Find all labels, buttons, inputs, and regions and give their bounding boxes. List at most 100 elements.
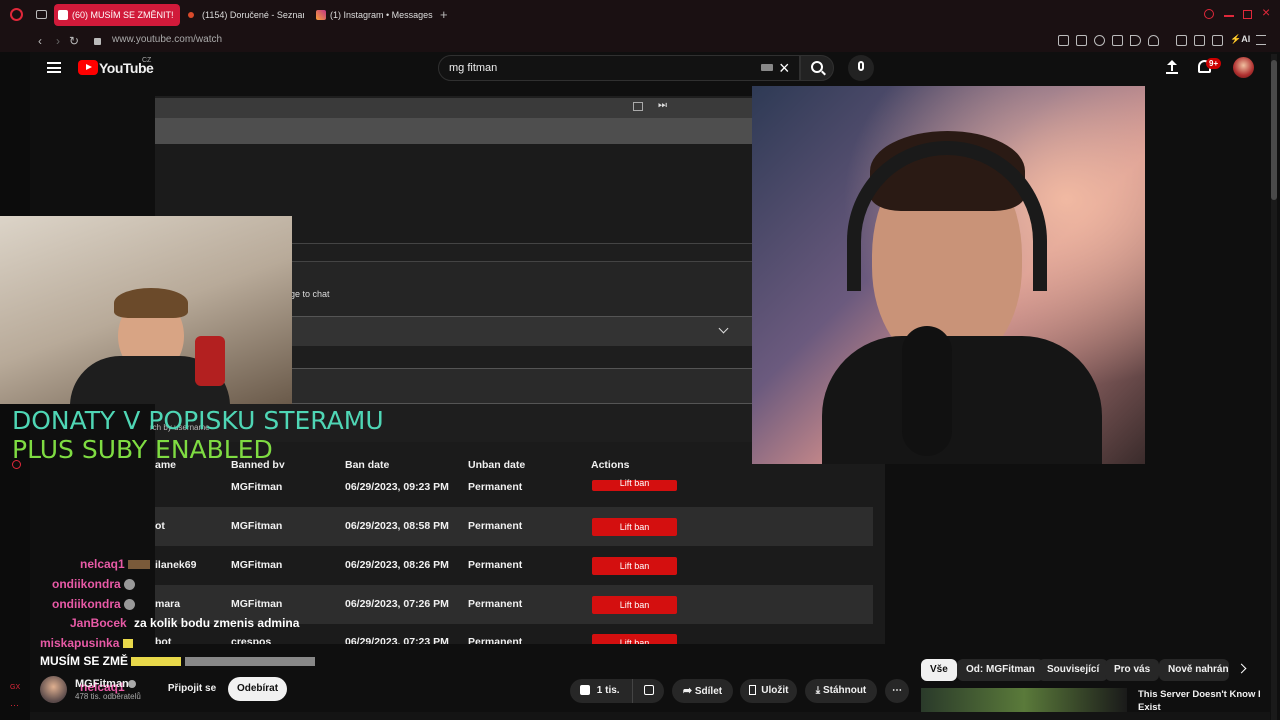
search-tabs-icon[interactable] — [1204, 9, 1214, 19]
chip-from-channel[interactable]: Od: MGFitman — [957, 659, 1044, 681]
channel-name[interactable]: MGFitman — [75, 678, 129, 690]
chip-related[interactable]: Související — [1038, 659, 1109, 681]
ai-button[interactable]: ⚡AI — [1230, 34, 1250, 45]
tab-seznam-label: (1154) Doručené - Seznam — [202, 10, 304, 20]
chip-for-you[interactable]: Pro vás — [1105, 659, 1160, 681]
channel-avatar[interactable] — [40, 676, 67, 703]
close-window-button[interactable]: × — [1262, 4, 1270, 20]
verified-icon — [128, 680, 136, 688]
minimize-button[interactable] — [1224, 15, 1234, 17]
page-scrollbar[interactable] — [1271, 54, 1277, 720]
browser-address-bar: ‹ › ↻ www.youtube.com/watch ⚡AI — [0, 30, 1280, 52]
extension-2-icon[interactable] — [1076, 35, 1087, 46]
forward-icon[interactable]: › — [50, 33, 66, 49]
row-ban-date: 06/29/2023, 08:58 PM — [345, 520, 449, 532]
row-banned-by: MGFitman — [231, 598, 283, 610]
tab-overview-icon[interactable] — [36, 10, 47, 19]
row-banned-by: MGFitman — [231, 520, 283, 532]
clear-search-icon[interactable]: × — [779, 56, 790, 80]
wallet-icon[interactable] — [1194, 35, 1205, 46]
send-icon[interactable] — [1130, 35, 1141, 46]
avatar[interactable] — [1233, 57, 1254, 78]
lock-icon — [94, 38, 101, 45]
chat-text: za kolik bodu zmenis admina — [134, 616, 300, 630]
chevron-right-icon[interactable] — [1236, 663, 1247, 674]
new-tab-button[interactable]: + — [440, 7, 448, 22]
row-name: ot — [155, 520, 165, 532]
row-banned-by: MGFitman — [231, 481, 283, 493]
download-button[interactable]: ⤓ Stáhnout — [805, 679, 877, 703]
download-icon[interactable] — [1212, 35, 1223, 46]
row-ban-date: 06/29/2023, 07:23 PM — [345, 636, 449, 644]
lift-ban-button[interactable]: Lift ban — [592, 596, 677, 614]
chat-message: MUSÍM SE ZMĚ — [40, 654, 315, 668]
chip-recently-uploaded[interactable]: Nově nahráno — [1159, 659, 1229, 681]
youtube-play-icon — [78, 60, 98, 75]
like-button[interactable]: 1 tis. — [570, 679, 632, 703]
row-ban-date: 06/29/2023, 08:26 PM — [345, 559, 449, 571]
emote-icon — [128, 560, 151, 570]
guest-chair — [195, 336, 225, 386]
chip-all[interactable]: Vše — [921, 659, 957, 681]
more-actions-button[interactable]: ⋯ — [885, 679, 909, 703]
translate-icon[interactable] — [1112, 35, 1123, 46]
chevron-down-icon — [718, 323, 729, 334]
lift-ban-button[interactable]: Lift ban — [592, 479, 677, 491]
row-unban: Permanent — [468, 598, 523, 610]
tab-seznam[interactable]: (1154) Doručené - Seznam — [184, 4, 304, 26]
row-unban: Permanent — [468, 481, 523, 493]
tab-instagram[interactable]: (1) Instagram • Messages — [312, 4, 434, 26]
row-ban-date: 06/29/2023, 07:26 PM — [345, 598, 449, 610]
recommended-title[interactable]: This Server Doesn't Know I Exist — [1138, 688, 1268, 714]
streamer-webcam — [752, 86, 1145, 464]
row-name: ilanek69 — [155, 559, 197, 571]
menu-icon[interactable] — [1256, 35, 1266, 45]
chat-message: miskapusinka — [40, 636, 133, 650]
avatar-icon — [124, 599, 136, 611]
share-button[interactable]: ➦ Sdílet — [672, 679, 733, 703]
notifications-badge: 9+ — [1206, 58, 1222, 69]
opera-logo-icon[interactable] — [10, 8, 23, 21]
stream-overlay-text: DONATY V POPISKU STERAMU PLUS SUBY ENABL… — [12, 406, 384, 464]
extensions-icon[interactable] — [1176, 35, 1187, 46]
next-video-icon[interactable]: ⏭ — [658, 100, 667, 111]
chat-user: nelcaq1 — [80, 557, 125, 571]
extension-3-icon[interactable] — [1094, 35, 1105, 46]
search-button[interactable] — [800, 55, 834, 81]
heart-icon[interactable] — [1148, 35, 1159, 46]
emote-row-icon — [131, 657, 182, 667]
bookmark-icon — [748, 685, 756, 696]
like-count: 1 tis. — [596, 685, 620, 696]
subscriber-count: 478 tis. odběratelů — [75, 692, 141, 701]
table-row: ilanek69 MGFitman 06/29/2023, 08:26 PM P… — [155, 546, 873, 585]
upload-icon[interactable] — [1166, 60, 1178, 74]
youtube-favicon-icon — [58, 10, 68, 20]
back-icon[interactable]: ‹ — [32, 33, 48, 49]
lift-ban-button[interactable]: Lift ban — [592, 518, 677, 536]
dislike-button[interactable] — [632, 679, 664, 703]
url-text[interactable]: www.youtube.com/watch — [112, 34, 222, 45]
voice-search-button[interactable] — [848, 55, 874, 81]
more-dots-icon: ··· — [10, 700, 19, 710]
table-row: MGFitman 06/29/2023, 09:23 PM Permanent … — [155, 468, 873, 507]
chat-user: ondiikondra — [52, 577, 121, 591]
join-button[interactable]: Připojit se — [162, 677, 222, 701]
tab-youtube[interactable]: (60) MUSÍM SE ZMĚNIT! — [54, 4, 180, 26]
row-ban-date: 06/29/2023, 09:23 PM — [345, 481, 449, 493]
download-label: Stáhnout — [822, 685, 867, 696]
overlay-icon — [12, 460, 21, 469]
search-input[interactable]: mg fitman × — [438, 55, 800, 81]
maximize-button[interactable] — [1243, 10, 1252, 19]
overlay-line-1: DONATY V POPISKU STERAMU — [12, 406, 384, 435]
hamburger-menu-icon[interactable] — [47, 62, 61, 73]
lift-ban-button[interactable]: Lift ban — [592, 634, 677, 644]
chat-message: nelcaq1 — [80, 557, 151, 571]
reload-icon[interactable]: ↻ — [66, 33, 82, 49]
extension-1-icon[interactable] — [1058, 35, 1069, 46]
miniplayer-icon[interactable] — [633, 102, 643, 111]
lift-ban-button[interactable]: Lift ban — [592, 557, 677, 575]
subscribe-button[interactable]: Odebírat — [228, 677, 287, 701]
microphone — [902, 326, 952, 456]
save-button[interactable]: Uložit — [740, 679, 797, 703]
keyboard-icon[interactable] — [761, 64, 773, 71]
